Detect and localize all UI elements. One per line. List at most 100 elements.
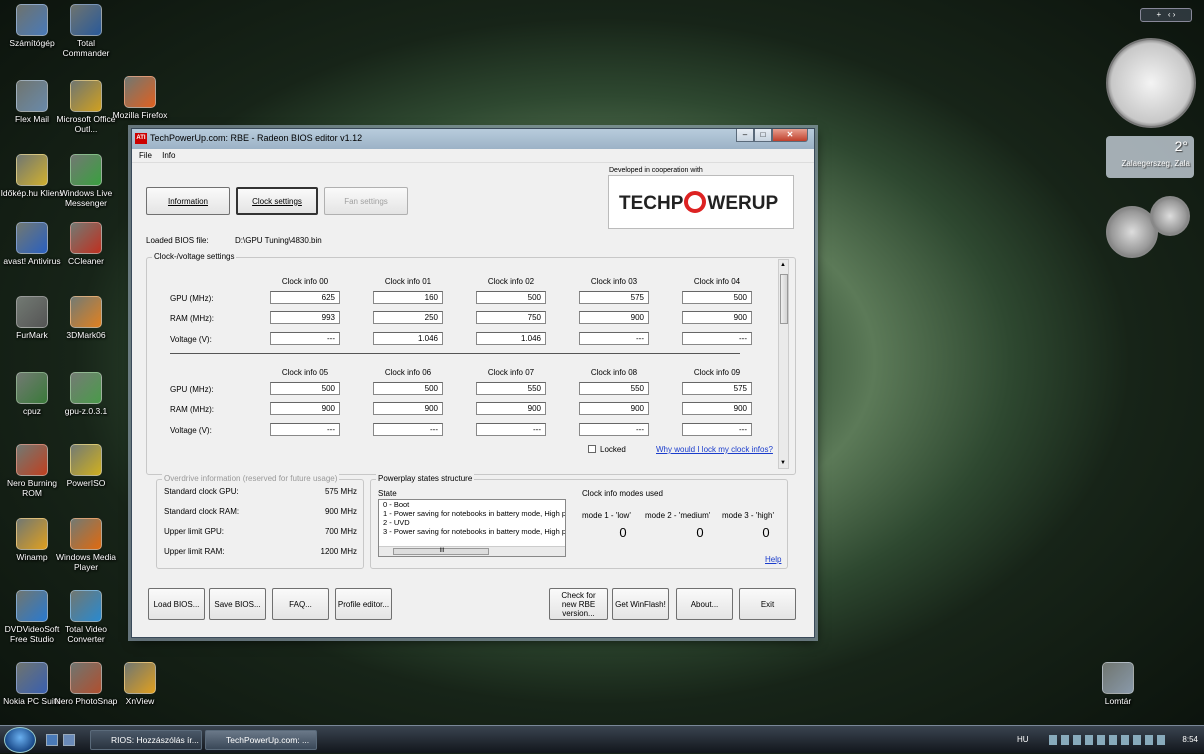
- profile-editor-button[interactable]: Profile editor...: [335, 588, 392, 620]
- voltage-field[interactable]: ---: [270, 423, 340, 436]
- main-content: Information Clock settings Fan settings …: [132, 163, 814, 637]
- state-list-hscroll[interactable]: III: [379, 546, 565, 556]
- ram-clock-field[interactable]: 900: [476, 402, 546, 415]
- desktop-icon[interactable]: Windows Live Messenger: [54, 154, 118, 208]
- scroll-up-icon[interactable]: ▲: [780, 262, 786, 268]
- clock-info-header: Clock info 06: [384, 368, 432, 377]
- powerplay-state-list[interactable]: 0 - Boot 1 - Power saving for notebooks i…: [378, 499, 566, 557]
- menu-info[interactable]: Info: [162, 151, 175, 160]
- overdrive-label: Overdrive information (reserved for futu…: [162, 474, 340, 483]
- gpu-clock-field[interactable]: 550: [476, 382, 546, 395]
- voltage-field[interactable]: ---: [579, 332, 649, 345]
- voltage-field[interactable]: ---: [682, 423, 752, 436]
- locked-checkbox[interactable]: [588, 445, 596, 453]
- overdrive-row-value: 900 MHz: [324, 507, 357, 516]
- help-link[interactable]: Help: [765, 555, 781, 564]
- gpu-clock-field[interactable]: 625: [270, 291, 340, 304]
- clock-scrollbar[interactable]: ▲ ▼: [778, 259, 789, 469]
- desktop-icon[interactable]: Lomtár: [1086, 662, 1150, 706]
- language-indicator[interactable]: HU: [1017, 726, 1029, 754]
- voltage-field[interactable]: ---: [579, 423, 649, 436]
- voltage-field[interactable]: ---: [373, 423, 443, 436]
- ram-clock-field[interactable]: 993: [270, 311, 340, 324]
- app-icon: [70, 444, 102, 476]
- tab-fan-settings[interactable]: Fan settings: [324, 187, 408, 215]
- techpowerup-logo: Developed in cooperation with TECHP WERUP: [608, 167, 794, 229]
- voltage-field[interactable]: ---: [476, 423, 546, 436]
- taskbar-item-browser[interactable]: RIOS: Hozzászólás ír...: [90, 730, 202, 750]
- ram-clock-field[interactable]: 900: [579, 402, 649, 415]
- state-item[interactable]: 3 - Power saving for notebooks in batter…: [381, 527, 565, 536]
- check-update-button[interactable]: Check for new RBE version...: [549, 588, 608, 620]
- lock-info-link[interactable]: Why would I lock my clock infos?: [656, 445, 773, 454]
- state-item[interactable]: 1 - Power saving for notebooks in batter…: [381, 509, 565, 518]
- maximize-icon[interactable]: □: [754, 129, 772, 142]
- scroll-down-icon[interactable]: ▼: [780, 460, 786, 466]
- ram-clock-field[interactable]: 900: [579, 311, 649, 324]
- get-winflash-button[interactable]: Get WinFlash!: [612, 588, 669, 620]
- load-bios-button[interactable]: Load BIOS...: [148, 588, 205, 620]
- tab-clock-settings[interactable]: Clock settings: [236, 187, 318, 215]
- overdrive-row-label: Upper limit GPU:: [164, 527, 225, 536]
- voltage-field[interactable]: 1.046: [476, 332, 546, 345]
- desktop-icon[interactable]: CCleaner: [54, 222, 118, 266]
- state-item[interactable]: 2 - UVD: [381, 518, 565, 527]
- gpu-clock-field[interactable]: 500: [373, 382, 443, 395]
- taskbar-item-rbe[interactable]: TechPowerUp.com: ...: [205, 730, 317, 750]
- desktop-icon[interactable]: XnView: [108, 662, 172, 706]
- desktop-icon[interactable]: PowerISO: [54, 444, 118, 488]
- desktop-icon[interactable]: 3DMark06: [54, 296, 118, 340]
- start-button[interactable]: [4, 727, 36, 753]
- ram-clock-field[interactable]: 750: [476, 311, 546, 324]
- power-icon: [684, 191, 707, 213]
- loaded-bios-path: D:\GPU Tuning\4830.bin: [235, 236, 322, 245]
- gpu-clock-field[interactable]: 500: [682, 291, 752, 304]
- close-icon[interactable]: ✕: [772, 129, 808, 142]
- ram-clock-field[interactable]: 900: [270, 402, 340, 415]
- tab-information[interactable]: Information: [146, 187, 230, 215]
- clock-info-header: Clock info 09: [693, 368, 741, 377]
- gpu-clock-field[interactable]: 575: [579, 291, 649, 304]
- desktop-icon[interactable]: Total Video Converter: [54, 590, 118, 644]
- logo-caption: Developed in cooperation with: [609, 167, 703, 174]
- overdrive-row-value: 700 MHz: [324, 527, 357, 536]
- title-bar[interactable]: ATI TechPowerUp.com: RBE - Radeon BIOS e…: [132, 129, 814, 149]
- gpu-clock-field[interactable]: 575: [682, 382, 752, 395]
- clock-separator: [170, 353, 740, 354]
- voltage-field[interactable]: 1.046: [373, 332, 443, 345]
- app-icon: [1102, 662, 1134, 694]
- about-button[interactable]: About...: [676, 588, 733, 620]
- menu-file[interactable]: File: [139, 151, 152, 160]
- mode-label: mode 2 - 'medium': [645, 511, 711, 520]
- clock-voltage-group: Clock-/voltage settings: [146, 252, 796, 475]
- gpu-clock-field[interactable]: 160: [373, 291, 443, 304]
- ram-clock-field[interactable]: 250: [373, 311, 443, 324]
- save-bios-button[interactable]: Save BIOS...: [209, 588, 266, 620]
- show-desktop-icon[interactable]: [46, 734, 58, 746]
- menu-bar: File Info: [132, 149, 814, 163]
- desktop-icon[interactable]: Mozilla Firefox: [108, 76, 172, 120]
- tray-icons[interactable]: [1049, 735, 1169, 745]
- desktop-icon-label: XnView: [125, 696, 155, 706]
- desktop-icon[interactable]: Windows Media Player: [54, 518, 118, 572]
- switch-windows-icon[interactable]: [63, 734, 75, 746]
- desktop-icon[interactable]: Total Commander: [54, 4, 118, 58]
- state-item[interactable]: 0 - Boot: [381, 500, 565, 509]
- clock-info-header: Clock info 04: [693, 277, 741, 286]
- gpu-clock-field[interactable]: 500: [270, 382, 340, 395]
- ram-clock-field[interactable]: 900: [682, 402, 752, 415]
- gpu-clock-field[interactable]: 550: [579, 382, 649, 395]
- voltage-field[interactable]: ---: [270, 332, 340, 345]
- ram-clock-field[interactable]: 900: [373, 402, 443, 415]
- gpu-row-label: GPU (MHz):: [170, 294, 214, 303]
- desktop-icon[interactable]: gpu-z.0.3.1: [54, 372, 118, 416]
- voltage-field[interactable]: ---: [682, 332, 752, 345]
- desktop-icon-label: 3DMark06: [66, 330, 106, 340]
- logo-text-a: TECHP: [619, 193, 684, 214]
- sidebar-controls[interactable]: + ‹ ›: [1140, 8, 1192, 22]
- minimize-icon[interactable]: –: [736, 129, 754, 142]
- exit-button[interactable]: Exit: [739, 588, 796, 620]
- ram-clock-field[interactable]: 900: [682, 311, 752, 324]
- gpu-clock-field[interactable]: 500: [476, 291, 546, 304]
- faq-button[interactable]: FAQ...: [272, 588, 329, 620]
